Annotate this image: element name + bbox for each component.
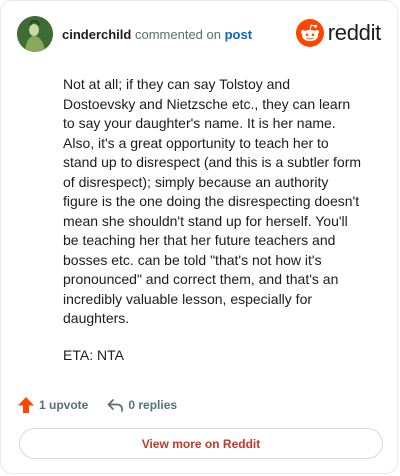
username[interactable]: cinderchild (62, 27, 131, 42)
action-text: commented on (134, 27, 221, 42)
upvote-button[interactable]: 1 upvote (17, 396, 88, 414)
upvote-arrow-icon (18, 397, 34, 413)
comment-paragraph: Not at all; if they can say Tolstoy and … (63, 76, 362, 326)
reddit-logo[interactable]: reddit (295, 18, 382, 48)
comment-meta: cinderchild commented on post (62, 27, 252, 42)
view-more-button[interactable]: View more on Reddit (19, 428, 383, 459)
reply-button[interactable]: 0 replies (106, 396, 177, 414)
post-link[interactable]: post (225, 27, 252, 42)
comment-body: Not at all; if they can say Tolstoy and … (63, 75, 363, 382)
comment-paragraph: ETA: NTA (63, 346, 124, 363)
avatar-image (17, 16, 53, 52)
comment-embed-card: cinderchild commented on post reddit Not… (0, 0, 398, 474)
reddit-wordmark: reddit (327, 20, 382, 45)
upvote-count: 1 upvote (39, 398, 89, 412)
avatar[interactable] (17, 16, 53, 52)
comment-actions: 1 upvote 0 replies (17, 395, 177, 415)
reddit-snoo-icon (295, 19, 324, 47)
comment-header: cinderchild commented on post reddit (17, 16, 381, 52)
reply-count: 0 replies (128, 398, 178, 412)
reply-arrow-icon (107, 399, 124, 412)
